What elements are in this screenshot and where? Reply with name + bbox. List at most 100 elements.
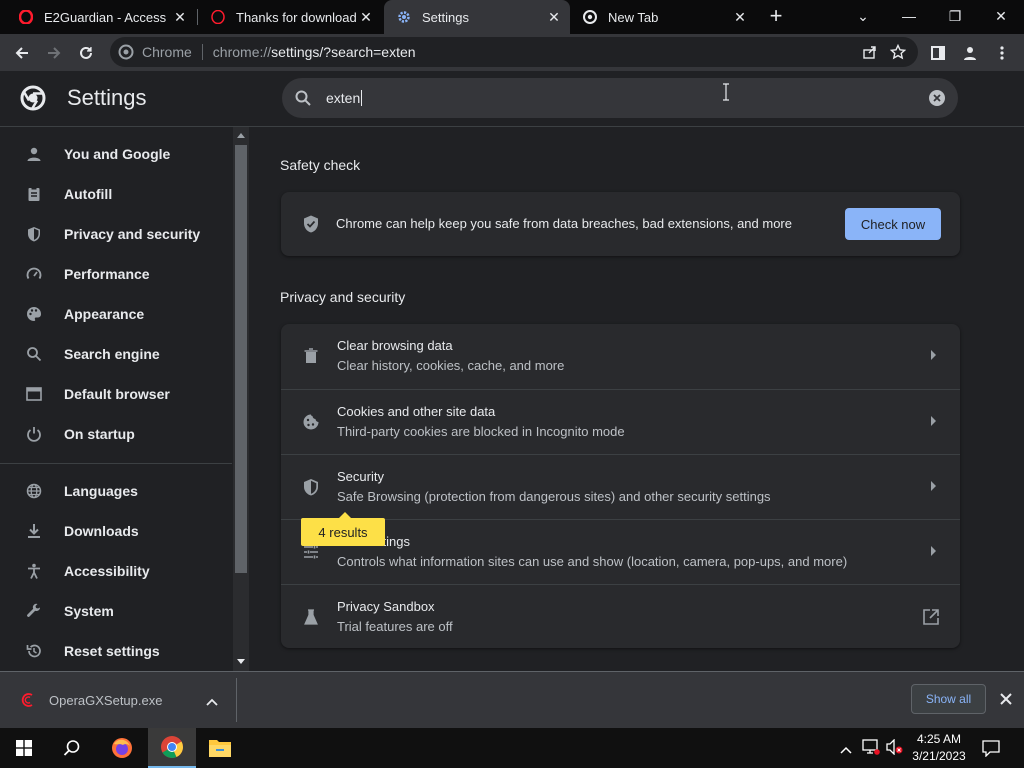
close-tab-icon[interactable]: ✕: [170, 9, 190, 26]
open-external-icon[interactable]: [922, 608, 940, 626]
accessibility-icon: [24, 561, 44, 581]
back-icon[interactable]: [8, 39, 36, 67]
minimize-button[interactable]: —: [886, 0, 932, 32]
sidebar-item-label: Accessibility: [64, 563, 150, 579]
sidebar-item-languages[interactable]: Languages: [0, 471, 232, 511]
speedometer-icon: [24, 264, 44, 284]
file-explorer-icon[interactable]: [196, 728, 244, 768]
sidebar-item-label: Privacy and security: [64, 226, 201, 242]
firefox-icon[interactable]: [98, 728, 146, 768]
sidebar-item-default-browser[interactable]: Default browser: [0, 374, 232, 414]
close-tab-icon[interactable]: ✕: [544, 9, 564, 26]
row-clear-browsing-data[interactable]: Clear browsing data Clear history, cooki…: [281, 324, 960, 389]
volume-muted-icon[interactable]: [886, 738, 904, 756]
chrome-icon: [582, 9, 598, 25]
trash-icon: [301, 346, 321, 366]
sidebar-item-performance[interactable]: Performance: [0, 254, 232, 294]
browser-icon: [24, 384, 44, 404]
scrollbar-thumb[interactable]: [235, 145, 247, 573]
clipboard-icon: [24, 184, 44, 204]
clock-time[interactable]: 4:25 AM: [912, 732, 966, 746]
privacy-card: Clear browsing data Clear history, cooki…: [281, 324, 960, 648]
tab-title: Settings: [422, 9, 469, 25]
restore-button[interactable]: ❐: [932, 0, 978, 32]
clear-search-icon[interactable]: [928, 89, 946, 107]
sidebar-item-label: Performance: [64, 266, 150, 282]
tab-settings[interactable]: Settings ✕: [384, 0, 570, 34]
sidebar-scrollbar[interactable]: [233, 127, 249, 671]
sidebar-item-reset-settings[interactable]: Reset settings: [0, 631, 232, 671]
download-shelf: OperaGXSetup.exe Show all: [0, 671, 1024, 728]
search-icon: [294, 89, 312, 107]
tab-search-icon[interactable]: ⌄: [840, 0, 886, 32]
settings-search-box[interactable]: exten: [282, 78, 958, 118]
address-bar[interactable]: Chrome chrome://settings/?search=exten: [110, 37, 918, 67]
windows-start-icon[interactable]: [0, 728, 48, 768]
check-now-button[interactable]: Check now: [845, 208, 941, 240]
reset-icon: [24, 641, 44, 661]
menu-kebab-icon[interactable]: [988, 39, 1016, 67]
chevron-up-icon[interactable]: [206, 694, 218, 706]
settings-main: Safety check Chrome can help keep you sa…: [250, 127, 1024, 671]
sidebar-item-label: You and Google: [64, 146, 171, 162]
reload-icon[interactable]: [72, 39, 100, 67]
tab-title: E2Guardian - Access De: [44, 9, 170, 25]
windows-taskbar: 4:25 AM 3/21/2023: [0, 728, 1024, 768]
side-panel-icon[interactable]: [924, 39, 952, 67]
close-tab-icon[interactable]: ✕: [356, 9, 376, 26]
opera-icon: [210, 9, 226, 25]
text-cursor-icon: [722, 83, 730, 101]
sidebar-item-search-engine[interactable]: Search engine: [0, 334, 232, 374]
row-cookies-and-site-data[interactable]: Cookies and other site data Third-party …: [281, 389, 960, 454]
search-input[interactable]: exten: [326, 90, 360, 106]
chrome-logo-icon: [20, 85, 46, 111]
sidebar-item-on-startup[interactable]: On startup: [0, 414, 232, 454]
close-window-button[interactable]: ✕: [978, 0, 1024, 32]
network-icon[interactable]: [862, 739, 880, 755]
download-item-filename[interactable]: OperaGXSetup.exe: [49, 693, 162, 708]
row-subtitle: Third-party cookies are blocked in Incog…: [337, 424, 625, 439]
new-tab-button[interactable]: +: [754, 0, 798, 32]
opera-icon: [18, 9, 34, 25]
row-subtitle: Clear history, cookies, cache, and more: [337, 358, 565, 373]
chevron-right-icon: [931, 416, 936, 426]
tab-title: Thanks for downloading: [236, 9, 356, 25]
opera-gx-icon: [20, 692, 36, 708]
close-download-bar-icon[interactable]: [999, 692, 1013, 706]
sidebar-item-downloads[interactable]: Downloads: [0, 511, 232, 551]
row-privacy-sandbox[interactable]: Privacy Sandbox Trial features are off: [281, 584, 960, 649]
search-icon: [24, 344, 44, 364]
scroll-up-arrow[interactable]: [237, 133, 245, 138]
bookmark-star-icon[interactable]: [884, 44, 912, 60]
close-tab-icon[interactable]: ✕: [730, 9, 750, 26]
share-icon[interactable]: [856, 44, 884, 60]
sidebar-item-appearance[interactable]: Appearance: [0, 294, 232, 334]
sidebar-item-autofill[interactable]: Autofill: [0, 174, 232, 214]
notification-icon[interactable]: [982, 739, 1000, 758]
settings-sidebar: You and Google Autofill Privacy and secu…: [0, 127, 232, 671]
row-security[interactable]: Security Safe Browsing (protection from …: [281, 454, 960, 519]
sidebar-item-system[interactable]: System: [0, 591, 232, 631]
tab-e2guardian[interactable]: E2Guardian - Access De ✕: [6, 0, 196, 34]
profile-icon[interactable]: [956, 39, 984, 67]
row-title: Cookies and other site data: [337, 404, 496, 419]
show-all-button[interactable]: Show all: [911, 684, 986, 714]
tab-thanks-for-downloading[interactable]: Thanks for downloading ✕: [198, 0, 382, 34]
chrome-icon: [118, 44, 134, 60]
sidebar-item-accessibility[interactable]: Accessibility: [0, 551, 232, 591]
text-cursor: [361, 90, 363, 106]
globe-icon: [24, 481, 44, 501]
clock-date[interactable]: 3/21/2023: [908, 749, 970, 763]
sidebar-item-privacy-and-security[interactable]: Privacy and security: [0, 214, 232, 254]
tab-new-tab[interactable]: New Tab ✕: [570, 0, 756, 34]
cookie-icon: [301, 412, 321, 432]
download-icon: [24, 521, 44, 541]
sidebar-item-you-and-google[interactable]: You and Google: [0, 134, 232, 174]
forward-icon[interactable]: [40, 39, 68, 67]
chrome-taskbar-icon[interactable]: [148, 728, 196, 768]
download-item-divider: [236, 678, 237, 722]
scroll-down-arrow[interactable]: [237, 659, 245, 664]
wrench-icon: [24, 601, 44, 621]
taskbar-search-icon[interactable]: [48, 728, 96, 768]
tray-chevron-up-icon[interactable]: [840, 742, 852, 754]
